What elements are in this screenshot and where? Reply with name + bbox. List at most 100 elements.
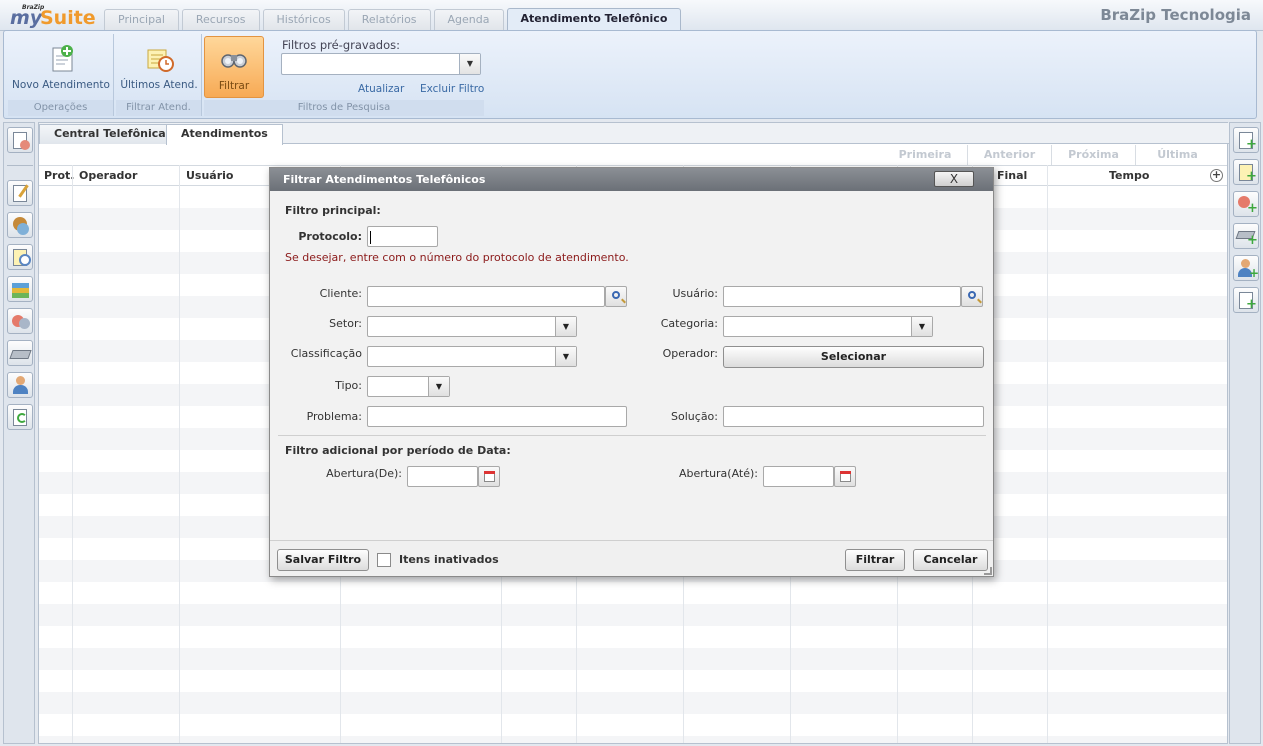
pager-next[interactable]: Próxima: [1051, 145, 1135, 165]
chevron-down-icon[interactable]: ▼: [555, 317, 576, 336]
tab-historicos[interactable]: Históricos: [262, 9, 345, 30]
calendar-icon: [840, 471, 851, 482]
groups-button[interactable]: [7, 308, 33, 334]
history-button[interactable]: [7, 244, 33, 270]
dialog-footer: Salvar Filtro Itens inativados Filtrar C…: [270, 540, 993, 576]
filtrar-ribbon-label: Filtrar: [218, 80, 250, 92]
setor-select[interactable]: ▼: [367, 316, 577, 337]
cliente-search-button[interactable]: [605, 286, 627, 307]
problema-input[interactable]: [367, 406, 627, 427]
subtab-atendimentos[interactable]: Atendimentos: [166, 124, 283, 145]
main-filter-heading: Filtro principal:: [285, 204, 381, 217]
ultimos-atend-label: Últimos Atend.: [120, 79, 198, 91]
cancelar-button[interactable]: Cancelar: [913, 549, 988, 571]
abertura-ate-calendar-button[interactable]: [834, 466, 856, 487]
chevron-down-icon[interactable]: ▼: [911, 317, 932, 336]
add-user-button[interactable]: +: [1233, 255, 1259, 281]
user-button[interactable]: [7, 372, 33, 398]
search-icon: [612, 291, 620, 299]
usuario-label: Usuário:: [672, 287, 718, 300]
chevron-down-icon[interactable]: ▼: [459, 54, 480, 74]
column-tempo[interactable]: Tempo: [1104, 166, 1149, 186]
dialog-title: Filtrar Atendimentos Telefônicos: [270, 168, 993, 191]
close-icon[interactable]: X: [934, 171, 974, 187]
add-refresh-button[interactable]: +: [1233, 287, 1259, 313]
column-divider: [72, 165, 73, 743]
pager-previous[interactable]: Anterior: [967, 145, 1051, 165]
column-prot[interactable]: Prot.: [39, 166, 74, 186]
itens-inativados-checkbox[interactable]: [377, 553, 391, 567]
keyboard-button[interactable]: [7, 340, 33, 366]
salvar-filtro-button[interactable]: Salvar Filtro: [277, 549, 369, 571]
pager-last[interactable]: Última: [1135, 145, 1219, 165]
protocolo-label: Protocolo:: [298, 230, 362, 243]
edit-document-button[interactable]: [7, 180, 33, 206]
keyboard-icon: [9, 350, 32, 359]
column-divider: [1047, 165, 1048, 743]
column-final[interactable]: Final: [992, 166, 1027, 186]
resize-handle[interactable]: [984, 567, 992, 575]
tab-relatorios[interactable]: Relatórios: [347, 9, 431, 30]
column-operador[interactable]: Operador: [74, 166, 137, 186]
novo-atendimento-button[interactable]: Novo Atendimento: [10, 36, 112, 98]
solucao-input[interactable]: [723, 406, 984, 427]
logo-suite: Suite: [40, 7, 96, 29]
excluir-filtro-link[interactable]: Excluir Filtro: [420, 83, 484, 95]
add-document-button[interactable]: +: [1233, 127, 1259, 153]
abertura-de-calendar-button[interactable]: [478, 466, 500, 487]
calendar-icon: [484, 471, 495, 482]
usuario-search-button[interactable]: [961, 286, 983, 307]
tab-principal[interactable]: Principal: [104, 9, 179, 30]
cliente-input[interactable]: [367, 286, 605, 307]
toolbar-separator: [7, 165, 33, 166]
operacoes-group-label: Operações: [8, 100, 113, 116]
usuario-input[interactable]: [723, 286, 961, 307]
chevron-down-icon[interactable]: ▼: [555, 347, 576, 366]
tipo-select[interactable]: ▼: [367, 376, 450, 397]
tab-agenda[interactable]: Agenda: [433, 9, 504, 30]
protocolo-input[interactable]: [367, 226, 438, 247]
ribbon-group-filtrar-atend: Últimos Atend. Filtrar Atend.: [116, 34, 202, 116]
tab-recursos[interactable]: Recursos: [181, 9, 260, 30]
contacts-button[interactable]: [7, 212, 33, 238]
new-document-icon: [45, 42, 77, 74]
abertura-ate-label: Abertura(Até):: [678, 467, 758, 480]
prefilters-label: Filtros pré-gravados:: [282, 38, 400, 52]
top-bar: BraZip my Suite Principal Recursos Histó…: [0, 0, 1263, 31]
chevron-down-icon[interactable]: ▼: [428, 377, 449, 396]
subtab-central-telefonica[interactable]: Central Telefônica: [39, 124, 181, 144]
refresh-documents-button[interactable]: [7, 404, 33, 430]
pager: Primeira Anterior Próxima Última: [883, 145, 1219, 165]
pager-first[interactable]: Primeira: [883, 145, 967, 165]
user-list-button[interactable]: [7, 127, 33, 153]
sub-tabs: Central Telefônica Atendimentos: [39, 123, 1229, 145]
add-column-icon[interactable]: +: [1210, 169, 1223, 182]
categoria-select[interactable]: ▼: [723, 316, 933, 337]
selecionar-operador-button[interactable]: Selecionar: [723, 346, 984, 368]
filtrar-ribbon-button[interactable]: Filtrar: [204, 36, 264, 98]
cliente-label: Cliente:: [319, 287, 362, 300]
categoria-label: Categoria:: [660, 317, 718, 330]
add-group-button[interactable]: +: [1233, 191, 1259, 217]
tab-atendimento-telefonico[interactable]: Atendimento Telefônico: [506, 8, 682, 31]
problema-label: Problema:: [306, 410, 362, 423]
tipo-label: Tipo:: [335, 379, 362, 392]
itens-inativados-label: Itens inativados: [399, 553, 499, 566]
prefilters-select[interactable]: ▼: [281, 53, 481, 75]
atualizar-link[interactable]: Atualizar: [358, 83, 404, 95]
main-nav-tabs: Principal Recursos Históricos Relatórios…: [104, 8, 684, 31]
abertura-de-input[interactable]: [407, 466, 478, 487]
logo-my: my: [10, 7, 43, 29]
abertura-ate-input[interactable]: [763, 466, 834, 487]
ultimos-atend-button[interactable]: Últimos Atend.: [118, 36, 200, 98]
add-history-button[interactable]: +: [1233, 159, 1259, 185]
add-keyboard-button[interactable]: +: [1233, 223, 1259, 249]
right-toolbar: + + + + + +: [1229, 122, 1261, 744]
books-button[interactable]: [7, 276, 33, 302]
filtrar-button[interactable]: Filtrar: [845, 549, 905, 571]
clock-notes-icon: [143, 42, 175, 74]
classificacao-select[interactable]: ▼: [367, 346, 577, 367]
protocolo-hint: Se desejar, entre com o número do protoc…: [285, 251, 629, 264]
column-usuario[interactable]: Usuário: [181, 166, 234, 186]
ribbon: Novo Atendimento Operações Últimos Atend…: [3, 30, 1257, 119]
